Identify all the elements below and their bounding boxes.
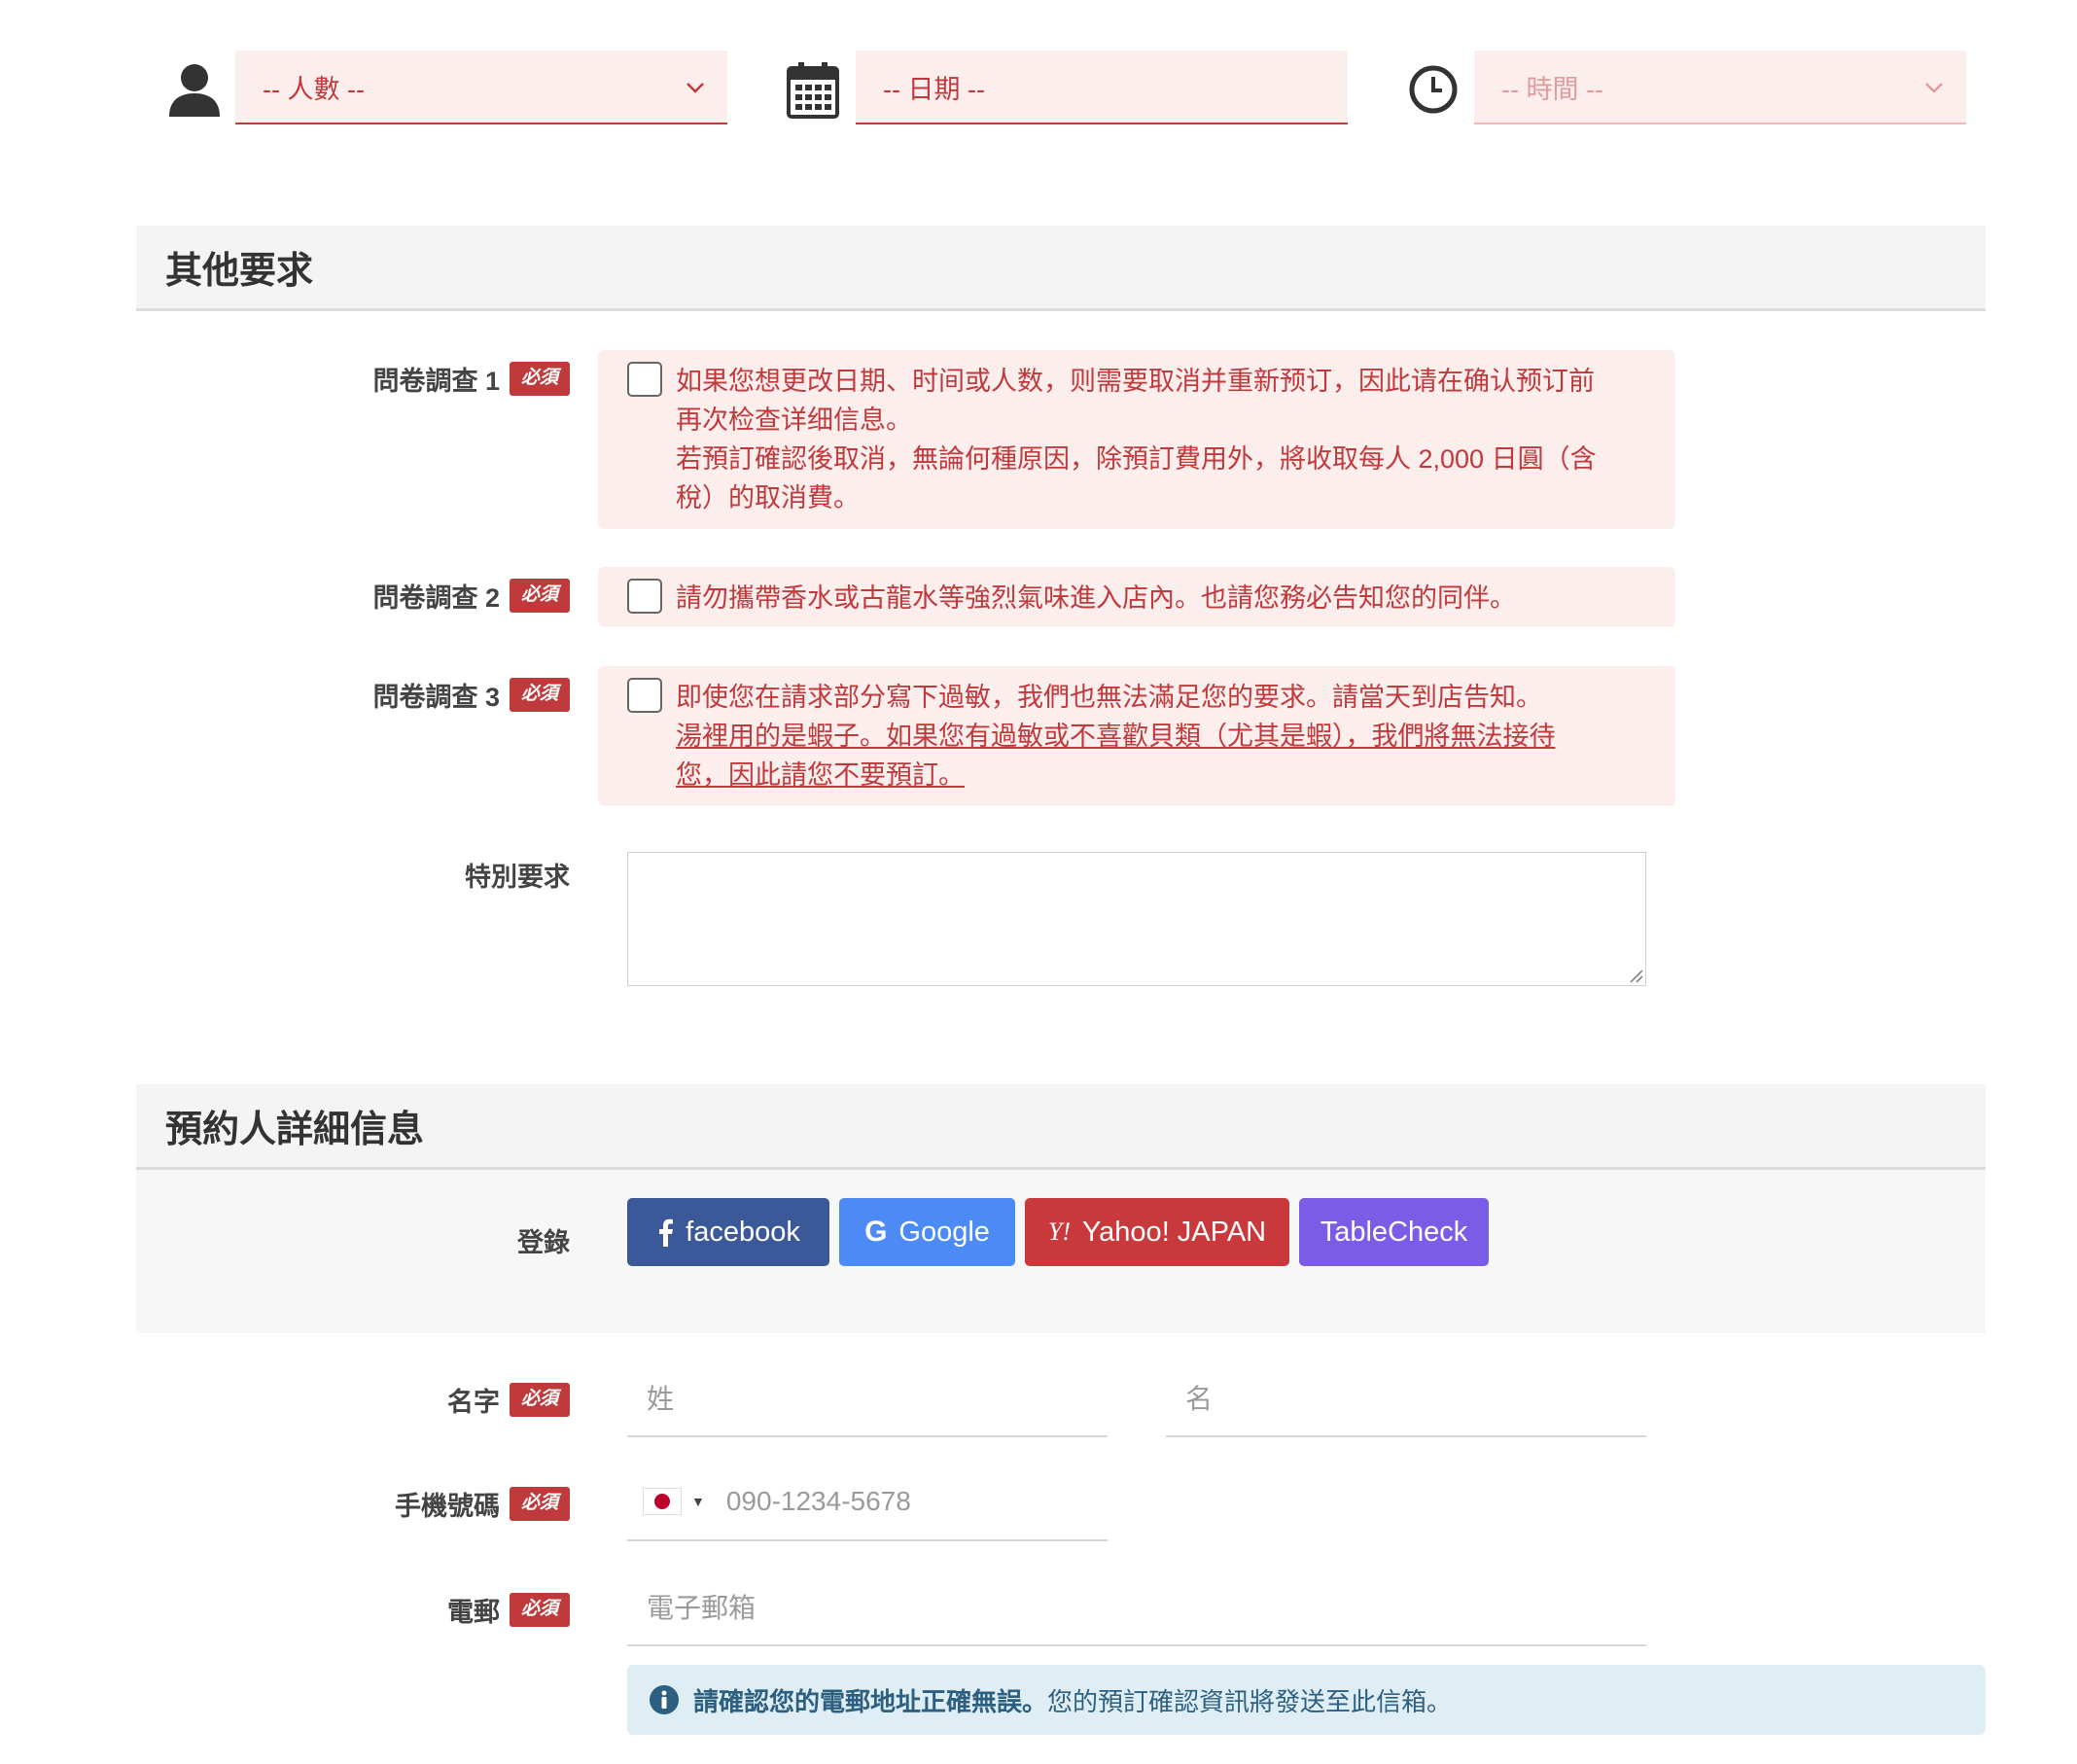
calendar-icon [786,58,840,121]
question-3-checkbox[interactable] [627,678,662,713]
first-name-placeholder: 名 [1185,1384,1214,1414]
last-name-placeholder: 姓 [647,1384,675,1414]
question-link-line[interactable]: 湯裡用的是蝦子。如果您有過敏或不喜歡貝類（尤其是蝦），我們將無法接待 [676,717,1637,756]
email-info-alert: 請確認您的電郵地址正確無誤。您的預訂確認資訊將發送至此信箱。 [627,1665,1986,1735]
email-input[interactable]: 電子郵箱 [627,1569,1646,1646]
question-2-box: 請勿攜帶香水或古龍水等強烈氣味進入店內。也請您務必告知您的同伴。 [598,567,1675,627]
login-label-text: 登錄 [517,1228,570,1257]
section-title-booker: 預約人詳細信息 [136,1084,1986,1170]
last-name-input[interactable]: 姓 [627,1359,1108,1437]
question-link-line[interactable]: 您，因此請您不要預訂。 [676,756,1637,794]
question-text-line: 再次检查详细信息。 [676,406,912,435]
google-login-label: Google [898,1216,990,1248]
question-text-line: 稅）的取消費。 [676,483,860,512]
question-text-line: 即使您在請求部分寫下過敏，我們也無法滿足您的要求。請當天到店告知。 [676,683,1542,712]
question-3-label: 問卷調查 3 必須 [372,676,570,714]
people-select-value: -- 人數 -- [263,74,365,104]
section-title-text: 其他要求 [165,251,314,292]
special-request-textarea[interactable] [627,852,1646,986]
yahoo-icon: Y! [1047,1217,1071,1246]
question-2-label: 問卷調查 2 必須 [372,577,570,615]
question-label-text: 問卷調查 3 [372,683,500,712]
clock-icon [1406,60,1461,119]
special-request-label: 特別要求 [465,856,570,894]
question-1-checkbox[interactable] [627,362,662,397]
date-select-value: -- 日期 -- [883,74,985,104]
info-icon [650,1685,679,1714]
people-select[interactable]: -- 人數 -- [235,51,727,124]
required-badge: 必須 [509,1593,570,1627]
phone-placeholder: 090-1234-5678 [725,1486,911,1516]
person-icon [165,60,224,121]
caret-down-icon[interactable]: ▼ [691,1494,705,1509]
google-icon: G [864,1216,888,1248]
country-flag-japan-icon[interactable] [643,1488,682,1515]
name-label: 名字 必須 [447,1381,570,1419]
question-text-line: 若預訂確認後取消，無論何種原因，除預訂費用外，將收取每人 2,000 日圓（含 [676,444,1597,474]
date-select[interactable]: -- 日期 -- [856,51,1348,124]
phone-label-text: 手機號碼 [394,1492,500,1521]
tablecheck-login-button[interactable]: TableCheck [1299,1198,1489,1266]
question-text-line: 如果您想更改日期、时间或人数，则需要取消并重新预订，因此请在确认预订前 [676,367,1595,396]
time-select[interactable]: -- 時間 -- [1474,51,1966,124]
reservation-form: -- 人數 -- -- 日期 -- -- 時間 -- 其他要求 問卷調查 1 必… [0,0,2077,1764]
question-1-label: 問卷調查 1 必須 [372,360,570,398]
question-1-box: 如果您想更改日期、时间或人数，则需要取消并重新预订，因此请在确认预订前 再次检查… [598,350,1675,529]
yahoo-login-button[interactable]: Y! Yahoo! JAPAN [1025,1198,1289,1266]
info-text: 您的預訂確認資訊將發送至此信箱。 [1047,1686,1453,1716]
required-badge: 必須 [509,362,570,396]
yahoo-login-label: Yahoo! JAPAN [1081,1216,1267,1248]
chevron-down-icon [1925,83,1943,93]
special-request-label-text: 特別要求 [465,863,570,892]
required-badge: 必須 [509,1383,570,1417]
phone-input[interactable]: ▼ 090-1234-5678 [627,1464,1108,1541]
tablecheck-login-label: TableCheck [1320,1216,1468,1248]
resize-grip-icon[interactable] [1628,968,1643,983]
info-bold-text: 請確認您的電郵地址正確無誤。 [693,1686,1048,1716]
facebook-login-label: facebook [686,1216,800,1248]
login-label: 登錄 [517,1221,570,1259]
phone-label: 手機號碼 必須 [395,1485,570,1523]
section-title-other-requests: 其他要求 [136,226,1986,311]
question-3-box: 即使您在請求部分寫下過敏，我們也無法滿足您的要求。請當天到店告知。 湯裡用的是蝦… [598,666,1675,806]
time-select-value: -- 時間 -- [1501,74,1603,104]
email-label-text: 電郵 [446,1598,500,1627]
email-placeholder: 電子郵箱 [647,1593,757,1623]
question-text-line: 請勿攜帶香水或古龍水等強烈氣味進入店內。也請您務必告知您的同伴。 [676,583,1516,613]
first-name-input[interactable]: 名 [1166,1359,1646,1437]
google-login-button[interactable]: G Google [839,1198,1015,1266]
facebook-icon [659,1218,674,1247]
required-badge: 必須 [509,678,570,712]
facebook-login-button[interactable]: facebook [627,1198,829,1266]
question-label-text: 問卷調查 2 [372,583,500,613]
section-title-text: 預約人詳細信息 [165,1110,425,1150]
email-label: 電郵 必須 [447,1591,570,1629]
question-2-checkbox[interactable] [627,579,662,614]
question-label-text: 問卷調查 1 [372,367,500,396]
required-badge: 必須 [509,579,570,613]
required-badge: 必須 [509,1487,570,1521]
chevron-down-icon [686,83,704,93]
name-label-text: 名字 [446,1388,500,1417]
